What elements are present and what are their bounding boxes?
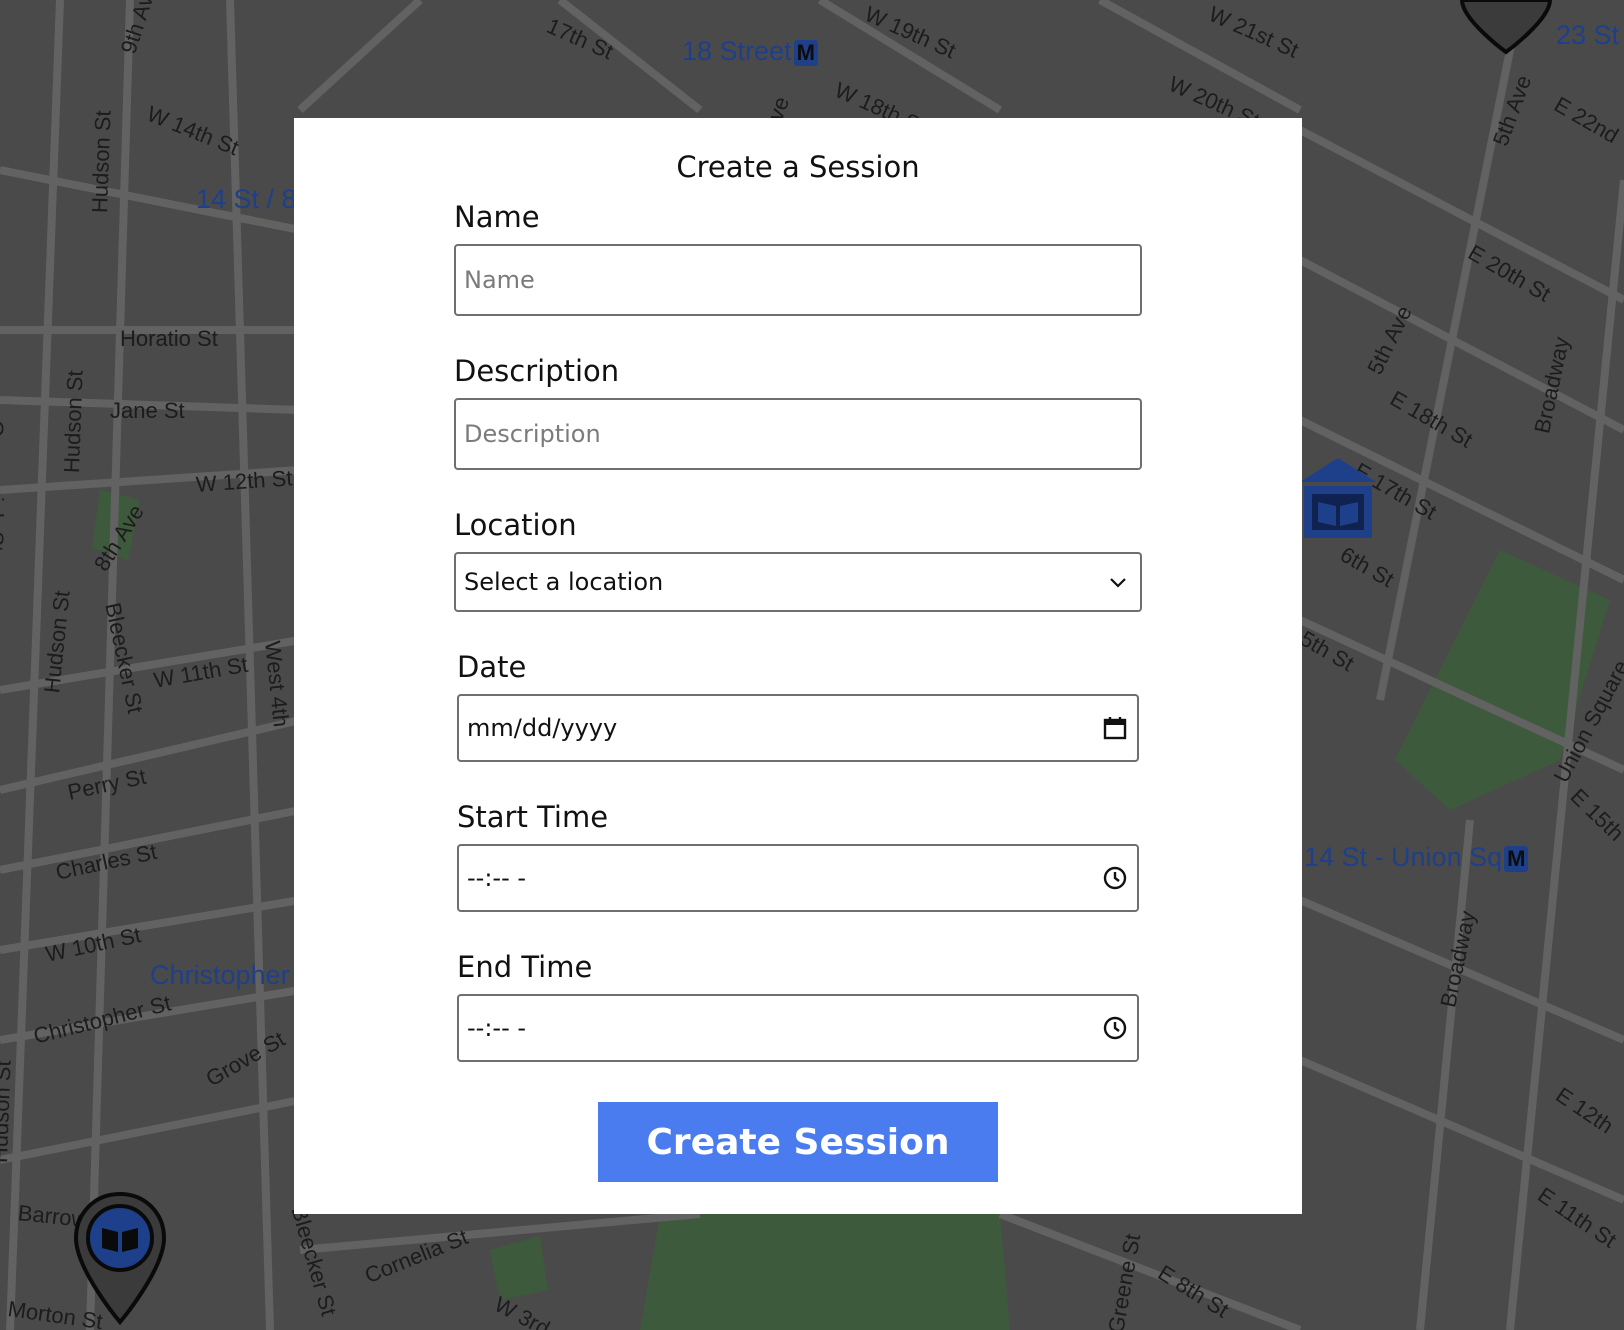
park-small-2 [490, 1236, 548, 1300]
station-18-street[interactable]: 18 Street M [682, 36, 818, 67]
date-value: mm/dd/yyyy [467, 714, 618, 742]
location-selected-value: Select a location [464, 568, 664, 596]
name-label: Name [454, 200, 540, 234]
metro-icon: M [793, 40, 818, 66]
location-pin-icon[interactable] [70, 1190, 170, 1330]
street-label-hudson-2: Hudson St [59, 369, 88, 474]
name-input[interactable] [464, 266, 1132, 294]
end-time-input[interactable]: --:-- - [457, 994, 1139, 1062]
station-14st-union-sq[interactable]: 14 St - Union Sq M [1304, 842, 1529, 873]
street-label-jane: Jane St [110, 398, 185, 423]
metro-icon: M [1504, 846, 1529, 872]
description-field[interactable] [454, 398, 1142, 470]
date-label: Date [457, 650, 527, 684]
calendar-icon[interactable] [1101, 714, 1129, 742]
station-christopher[interactable]: Christopher [150, 960, 290, 991]
station-23-st[interactable]: 23 St [1556, 20, 1619, 51]
location-label: Location [454, 508, 577, 542]
location-select[interactable]: Select a location [454, 552, 1142, 612]
create-session-modal: Create a Session Name Description Locati… [294, 118, 1302, 1214]
end-time-label: End Time [457, 950, 593, 984]
chevron-down-icon [1104, 568, 1132, 596]
name-field[interactable] [454, 244, 1142, 316]
clock-icon[interactable] [1101, 864, 1129, 892]
start-time-value: --:-- - [467, 864, 527, 892]
description-label: Description [454, 354, 620, 388]
station-14st-8av[interactable]: 14 St / 8 [196, 184, 297, 215]
location-pin-icon[interactable] [1456, 0, 1556, 56]
description-input[interactable] [464, 420, 1132, 448]
end-time-value: --:-- - [467, 1014, 527, 1042]
washington-square-park [640, 1214, 1010, 1330]
station-label: 14 St - Union Sq [1304, 842, 1503, 872]
start-time-input[interactable]: --:-- - [457, 844, 1139, 912]
station-label: 18 Street [682, 36, 792, 66]
start-time-label: Start Time [457, 800, 609, 834]
street-label-horatio: Horatio St [120, 326, 218, 351]
create-session-button[interactable]: Create Session [598, 1102, 998, 1182]
date-input[interactable]: mm/dd/yyyy [457, 694, 1139, 762]
street-label-hudson-1: Hudson St [87, 109, 116, 214]
modal-title: Create a Session [676, 150, 920, 184]
clock-icon[interactable] [1101, 1014, 1129, 1042]
library-marker-icon[interactable] [1298, 456, 1378, 540]
street-label-greenwich: Greenwich St [0, 420, 8, 553]
